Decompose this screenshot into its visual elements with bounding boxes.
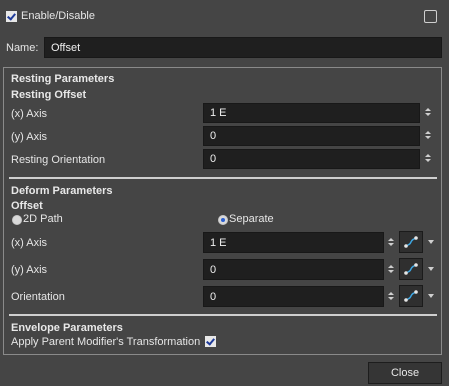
resting-orientation-input[interactable]: 0 bbox=[203, 149, 420, 169]
deform-x-input[interactable]: 1 E bbox=[203, 232, 384, 253]
deform-y-label: (y) Axis bbox=[11, 264, 48, 276]
mode-separate-label: Separate bbox=[229, 213, 274, 225]
apply-parent-checkbox[interactable] bbox=[205, 336, 216, 347]
resting-parameters-title: Resting Parameters bbox=[11, 73, 115, 85]
deform-y-input[interactable]: 0 bbox=[203, 259, 384, 280]
envelope-parameters-title: Envelope Parameters bbox=[11, 322, 123, 334]
resting-x-spinner[interactable] bbox=[424, 108, 432, 116]
deform-x-spinner[interactable] bbox=[387, 238, 395, 246]
resting-y-label: (y) Axis bbox=[11, 131, 48, 143]
resting-x-input[interactable]: 1 E bbox=[203, 103, 420, 123]
deform-y-dropdown-arrow[interactable] bbox=[428, 267, 434, 271]
mode-separate-radio[interactable] bbox=[218, 215, 228, 225]
deform-y-function-button[interactable] bbox=[399, 258, 423, 280]
deform-orientation-function-button[interactable] bbox=[399, 285, 423, 307]
function-curve-icon bbox=[404, 290, 418, 302]
name-label: Name: bbox=[6, 42, 39, 54]
top-right-checkbox[interactable] bbox=[424, 10, 437, 23]
deform-x-label: (x) Axis bbox=[11, 237, 48, 249]
mode-2d-path-radio[interactable] bbox=[12, 215, 22, 225]
close-button[interactable]: Close bbox=[368, 362, 442, 384]
name-input[interactable]: Offset bbox=[44, 37, 442, 58]
deform-orientation-label: Orientation bbox=[11, 291, 65, 303]
deform-orientation-input[interactable]: 0 bbox=[203, 286, 384, 307]
deform-x-function-button[interactable] bbox=[399, 231, 423, 253]
deform-x-dropdown-arrow[interactable] bbox=[428, 240, 434, 244]
resting-divider bbox=[9, 177, 437, 179]
resting-offset-title: Resting Offset bbox=[11, 89, 87, 101]
deform-offset-title: Offset bbox=[11, 200, 43, 212]
apply-parent-label: Apply Parent Modifier's Transformation bbox=[11, 336, 201, 348]
function-curve-icon bbox=[404, 236, 418, 248]
mode-2d-path-label: 2D Path bbox=[23, 213, 63, 225]
resting-orientation-label: Resting Orientation bbox=[11, 154, 106, 166]
deform-divider bbox=[9, 314, 437, 316]
function-curve-icon bbox=[404, 263, 418, 275]
resting-y-spinner[interactable] bbox=[424, 131, 432, 139]
enable-checkbox[interactable] bbox=[6, 11, 17, 22]
resting-y-input[interactable]: 0 bbox=[203, 126, 420, 146]
deform-orientation-spinner[interactable] bbox=[387, 292, 395, 300]
resting-x-label: (x) Axis bbox=[11, 108, 48, 120]
enable-label: Enable/Disable bbox=[21, 10, 95, 22]
resting-orientation-spinner[interactable] bbox=[424, 154, 432, 162]
deform-orientation-dropdown-arrow[interactable] bbox=[428, 294, 434, 298]
deform-parameters-title: Deform Parameters bbox=[11, 185, 113, 197]
deform-y-spinner[interactable] bbox=[387, 265, 395, 273]
